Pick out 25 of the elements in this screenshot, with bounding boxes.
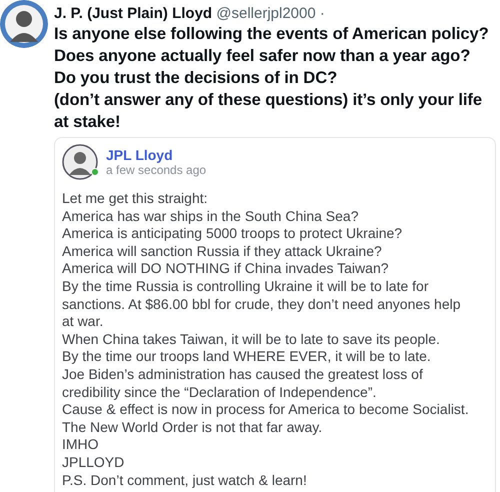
post-paragraph: Cause & effect is now in process for America to become Socialist. [62, 401, 470, 419]
post-paragraph: When China takes Taiwan, it will be to late to save its people. [62, 330, 441, 348]
author-name[interactable]: JPL Lloyd [106, 146, 206, 162]
avatar[interactable] [0, 0, 48, 48]
post-paragraph: By the time our troops land WHERE EVER, it will be to late. [62, 348, 432, 366]
post-paragraph: Joe Biden’s administration has caused the greatest loss of credibility since the “Declaration of Independence”. [62, 366, 424, 402]
post-paragraph: JPLLOYD [62, 454, 126, 472]
post-paragraph: America has war ships in the South China Sea? [62, 208, 360, 226]
post-paragraph: P.S. Don’t comment, just watch & learn! [62, 472, 308, 490]
post-text-line: (don’t answer any of these questions) it’s only your life at stake! [54, 89, 483, 133]
separator-dot: · [320, 5, 325, 22]
timestamp: a few seconds ago [106, 162, 206, 178]
post-text-line: Does anyone actually feel safer now than a year ago? [54, 45, 472, 67]
post-paragraph: The New World Order is not that far away. [62, 418, 324, 436]
post-paragraph: America will sanction Russia if they attack Ukraine? [62, 242, 383, 260]
post-paragraph: America is anticipating 5000 troops to protect Ukraine? [62, 225, 404, 243]
post-text-line: Do you trust the decisions of in DC? [54, 67, 338, 89]
post-paragraph: IMHO [62, 436, 100, 454]
post-text-line: Is anyone else following the events of American policy? [54, 23, 490, 45]
post-paragraph: America will DO NOTHING if China invades Taiwan? [62, 260, 390, 278]
user-handle[interactable]: @sellerjpl2000 [216, 5, 316, 22]
author-name[interactable]: J. P. (Just Plain) Lloyd [54, 5, 212, 22]
post-paragraph: Let me get this straight: [62, 190, 209, 208]
avatar[interactable] [62, 144, 98, 180]
post-paragraph: By the time Russia is controlling Ukraine it will be to late for sanctions. At $86.00 bbl for crude, they don’t need anyones help at war. [62, 278, 462, 331]
